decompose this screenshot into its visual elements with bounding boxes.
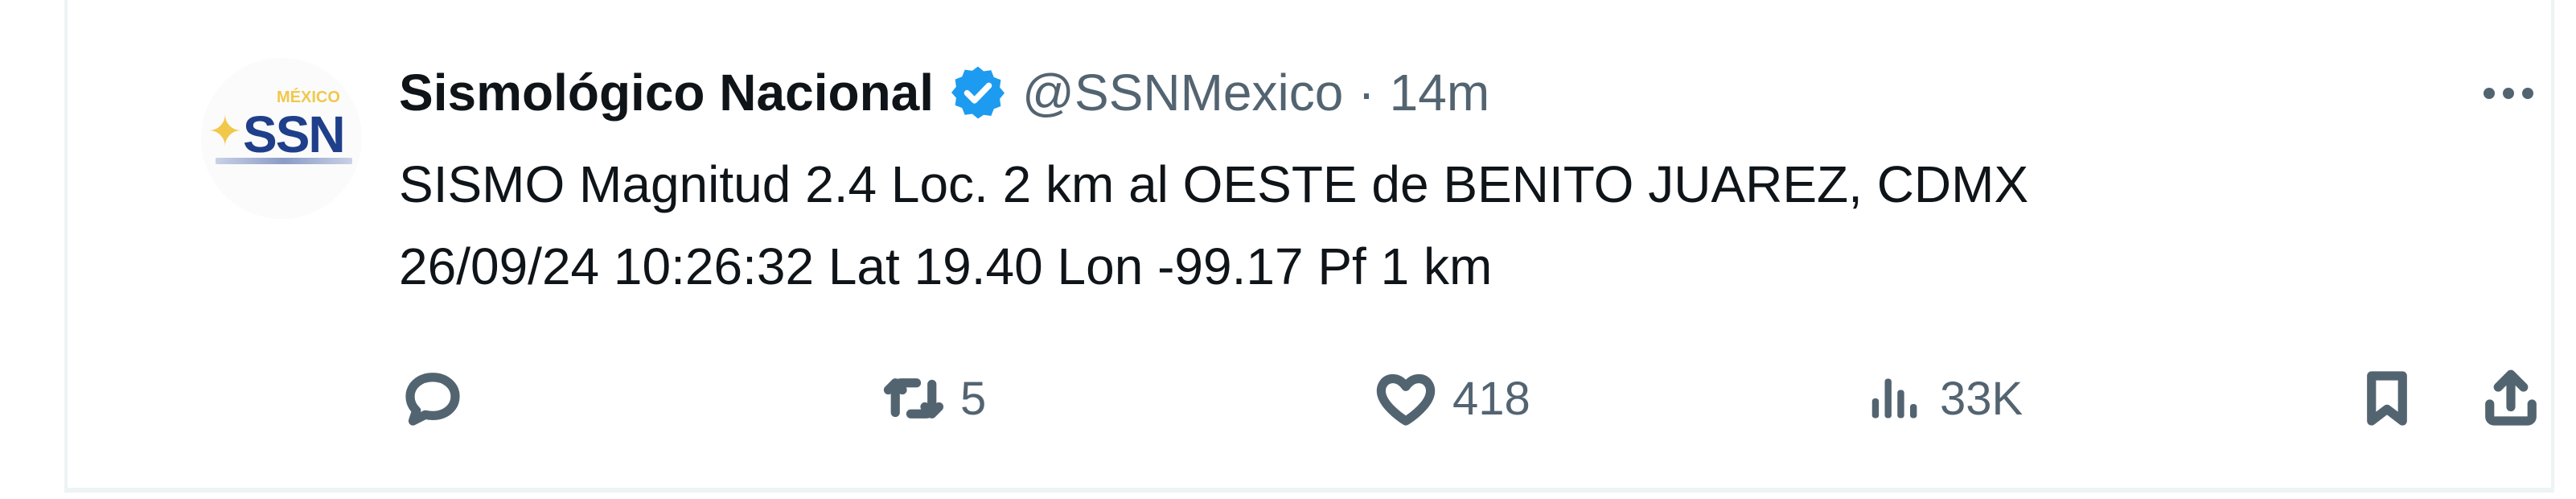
- views-button[interactable]: 33K: [1859, 354, 2023, 443]
- retweet-button[interactable]: 5: [880, 354, 986, 443]
- heart-icon: [1376, 373, 1436, 426]
- display-name[interactable]: Sismológico Nacional: [399, 63, 934, 122]
- retweet-count: 5: [960, 372, 987, 425]
- bookmark-button[interactable]: [2353, 354, 2421, 443]
- more-icon[interactable]: [2472, 69, 2545, 118]
- share-button[interactable]: [2477, 354, 2545, 443]
- tweet-text: SISMO Magnitud 2.4 Loc. 2 km al OESTE de…: [399, 143, 2458, 307]
- bookmark-icon: [2367, 371, 2407, 426]
- tweet-header: Sismológico Nacional @SSNMexico · 14m: [399, 56, 1489, 129]
- action-bar: 5 418 33K: [68, 354, 2551, 443]
- tweet-text-line-1: SISMO Magnitud 2.4 Loc. 2 km al OESTE de…: [399, 155, 2029, 213]
- tweet-card[interactable]: MÉXICO ✦ SSN Sismológico Nacional @SSNMe…: [64, 0, 2554, 493]
- reply-icon: [405, 373, 460, 426]
- avatar-logo-subline: [216, 158, 352, 164]
- more-dot: [2522, 88, 2533, 99]
- user-handle[interactable]: @SSNMexico: [1022, 63, 1343, 122]
- more-dot: [2503, 88, 2514, 99]
- verified-badge-icon[interactable]: [948, 63, 1008, 122]
- views-count: 33K: [1940, 372, 2023, 425]
- avatar-logo-text: SSN: [243, 105, 346, 163]
- like-button[interactable]: 418: [1372, 354, 1530, 443]
- more-dot: [2484, 88, 2495, 99]
- reply-button[interactable]: [399, 354, 479, 443]
- retweet-icon: [883, 378, 944, 419]
- star-icon: ✦: [207, 109, 243, 155]
- separator-dot: ·: [1358, 64, 1375, 122]
- share-icon: [2485, 369, 2537, 426]
- tweet-timestamp[interactable]: 14m: [1390, 63, 1490, 122]
- tweet-text-line-2: 26/09/24 10:26:32 Lat 19.40 Lon -99.17 P…: [399, 237, 1493, 295]
- avatar[interactable]: MÉXICO ✦ SSN: [201, 58, 362, 219]
- like-count: 418: [1452, 372, 1530, 425]
- views-icon: [1871, 378, 1917, 419]
